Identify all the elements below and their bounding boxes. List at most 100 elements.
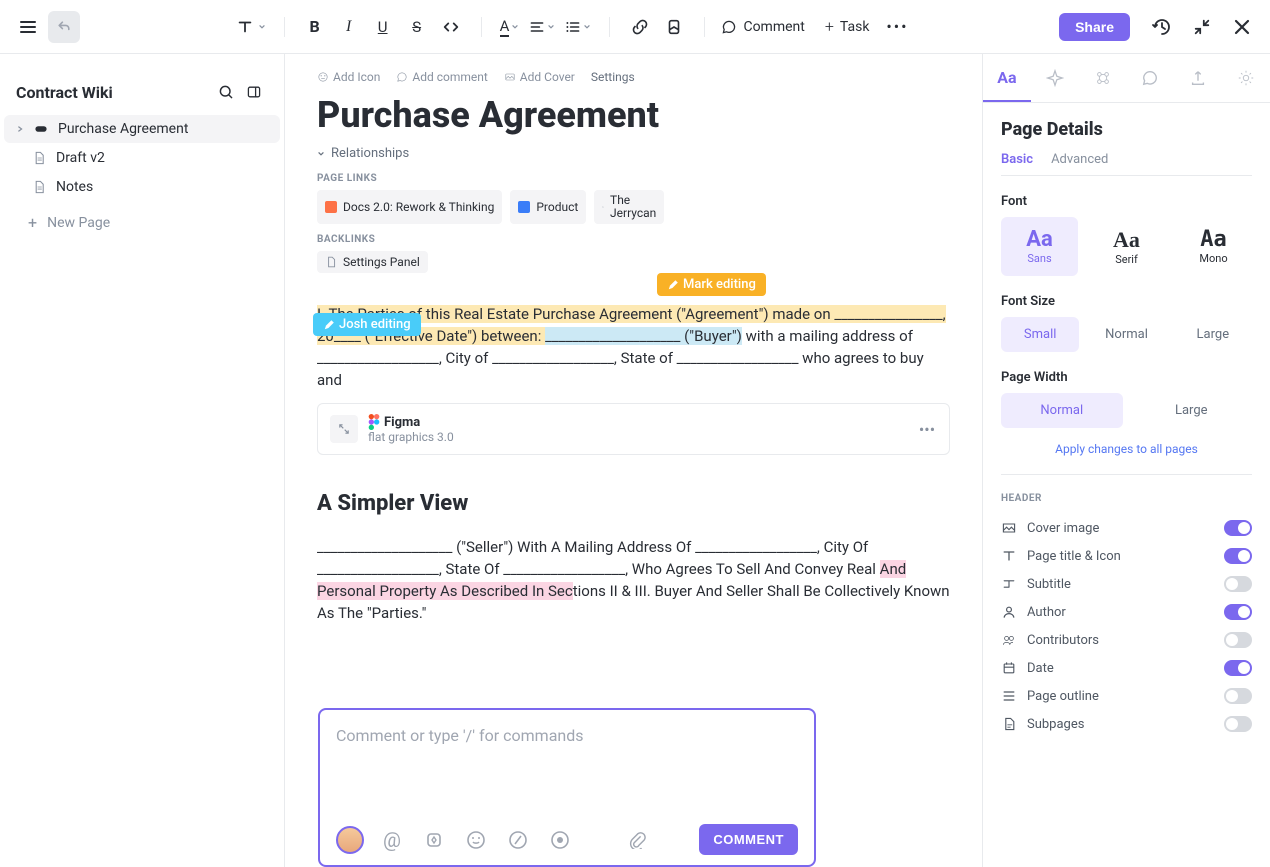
toggle-label: Subpages	[1027, 717, 1084, 732]
sidebar-item-label: Notes	[56, 179, 93, 195]
header-section-label: HEADER	[1001, 493, 1252, 504]
sidebar-item-label: Purchase Agreement	[58, 121, 188, 137]
assign-icon[interactable]	[420, 826, 448, 854]
comment-composer: Comment or type '/' for commands @ COMME…	[318, 708, 816, 867]
bold-button[interactable]: B	[299, 11, 331, 43]
tab-export[interactable]	[1174, 54, 1222, 102]
figma-embed[interactable]: Figma flat graphics 3.0 •••	[317, 403, 950, 455]
collapse-icon[interactable]	[1186, 11, 1218, 43]
history-icon[interactable]	[1146, 11, 1178, 43]
row-icon	[1001, 716, 1017, 732]
subtab-advanced[interactable]: Advanced	[1051, 152, 1108, 167]
tab-stats[interactable]	[1079, 54, 1127, 102]
menu-icon[interactable]	[12, 11, 44, 43]
new-page-button[interactable]: + New Page	[4, 207, 280, 238]
toggle-switch[interactable]	[1224, 688, 1252, 704]
tab-settings[interactable]	[1222, 54, 1270, 102]
page-title[interactable]: Purchase Agreement	[317, 94, 950, 136]
italic-button[interactable]: I	[333, 11, 365, 43]
add-icon-button[interactable]: Add Icon	[317, 70, 380, 84]
relationships-toggle[interactable]: Relationships	[317, 146, 950, 161]
pencil-icon	[323, 319, 335, 331]
comment-submit-button[interactable]: COMMENT	[699, 824, 798, 855]
tab-typography[interactable]: Aa	[983, 54, 1031, 102]
list-icon	[325, 201, 337, 213]
toggle-label: Page outline	[1027, 689, 1099, 704]
strike-button[interactable]: S	[401, 11, 433, 43]
toggle-switch[interactable]	[1224, 576, 1252, 592]
new-page-label: New Page	[47, 215, 110, 231]
font-label: Font	[1001, 194, 1252, 209]
width-option-normal[interactable]: Normal	[1001, 393, 1123, 428]
row-icon	[1001, 604, 1017, 620]
body-paragraph[interactable]: ____________________ ("Seller") With A M…	[317, 536, 950, 624]
font-option-sans[interactable]: AaSans	[1001, 217, 1078, 276]
emoji-icon[interactable]	[462, 826, 490, 854]
underline-button[interactable]: U	[367, 11, 399, 43]
sidebar-item-notes[interactable]: Notes	[4, 173, 280, 201]
page-links-label: PAGE LINKS	[317, 173, 950, 184]
toggle-switch[interactable]	[1224, 632, 1252, 648]
size-option-large[interactable]: Large	[1174, 317, 1252, 352]
bookmark-button[interactable]	[658, 11, 690, 43]
toggle-row: Date	[1001, 654, 1252, 682]
avatar[interactable]	[336, 826, 364, 854]
tab-ai[interactable]	[1031, 54, 1079, 102]
page-details-panel: Aa Page Details Basic Advanced Font AaSa…	[982, 54, 1270, 867]
font-option-serif[interactable]: AaSerif	[1088, 217, 1165, 276]
subtab-basic[interactable]: Basic	[1001, 152, 1033, 167]
close-icon[interactable]	[1226, 11, 1258, 43]
expand-icon[interactable]	[330, 415, 358, 443]
settings-link[interactable]: Settings	[591, 70, 635, 84]
link-button[interactable]	[624, 11, 656, 43]
search-icon[interactable]	[212, 78, 240, 106]
record-icon[interactable]	[546, 826, 574, 854]
sidebar-item-purchase-agreement[interactable]: Purchase Agreement	[4, 115, 280, 143]
size-option-small[interactable]: Small	[1001, 317, 1079, 352]
toggle-row: Page outline	[1001, 682, 1252, 710]
comment-toolbar-button[interactable]: Comment	[713, 15, 812, 39]
page-width-label: Page Width	[1001, 370, 1252, 385]
add-cover-button[interactable]: Add Cover	[504, 70, 575, 84]
width-option-large[interactable]: Large	[1131, 393, 1253, 428]
page-link-chip[interactable]: Product	[510, 190, 586, 224]
attach-icon[interactable]	[623, 826, 651, 854]
backlink-chip[interactable]: Settings Panel	[317, 251, 428, 273]
text-color-dropdown[interactable]: A	[496, 11, 524, 43]
more-icon[interactable]: •••	[881, 11, 913, 43]
page-link-chip[interactable]: The Jerrycan	[594, 190, 664, 224]
text-style-dropdown[interactable]	[232, 11, 270, 43]
comment-input[interactable]: Comment or type '/' for commands	[336, 726, 798, 816]
share-button[interactable]: Share	[1059, 13, 1130, 41]
mention-icon[interactable]: @	[378, 826, 406, 854]
list-dropdown[interactable]	[561, 11, 595, 43]
size-option-normal[interactable]: Normal	[1087, 317, 1165, 352]
row-icon	[1001, 520, 1017, 536]
toggle-switch[interactable]	[1224, 716, 1252, 732]
slash-icon[interactable]	[504, 826, 532, 854]
toggle-row: Cover image	[1001, 514, 1252, 542]
toggle-switch[interactable]	[1224, 660, 1252, 676]
embed-more-icon[interactable]: •••	[917, 420, 937, 439]
sidebar: Contract Wiki Purchase Agreement Draft v…	[0, 54, 285, 867]
task-toolbar-button[interactable]: + Task	[817, 13, 878, 40]
task-label: Task	[840, 19, 870, 35]
tab-comments[interactable]	[1126, 54, 1174, 102]
sidebar-item-draft-v2[interactable]: Draft v2	[4, 144, 280, 172]
panel-icon[interactable]	[240, 78, 268, 106]
figma-icon	[368, 414, 380, 430]
toggle-switch[interactable]	[1224, 520, 1252, 536]
toggle-switch[interactable]	[1224, 548, 1252, 564]
add-comment-button[interactable]: Add comment	[396, 70, 487, 84]
align-dropdown[interactable]	[525, 11, 559, 43]
section-heading[interactable]: A Simpler View	[317, 491, 950, 516]
apply-all-link[interactable]: Apply changes to all pages	[1001, 442, 1252, 456]
font-option-mono[interactable]: AaMono	[1175, 217, 1252, 276]
toggle-switch[interactable]	[1224, 604, 1252, 620]
row-icon	[1001, 688, 1017, 704]
wiki-title: Contract Wiki	[16, 83, 212, 102]
undo-button[interactable]	[48, 11, 80, 43]
code-button[interactable]	[435, 11, 467, 43]
toggle-row: Author	[1001, 598, 1252, 626]
page-link-chip[interactable]: Docs 2.0: Rework & Thinking	[317, 190, 502, 224]
